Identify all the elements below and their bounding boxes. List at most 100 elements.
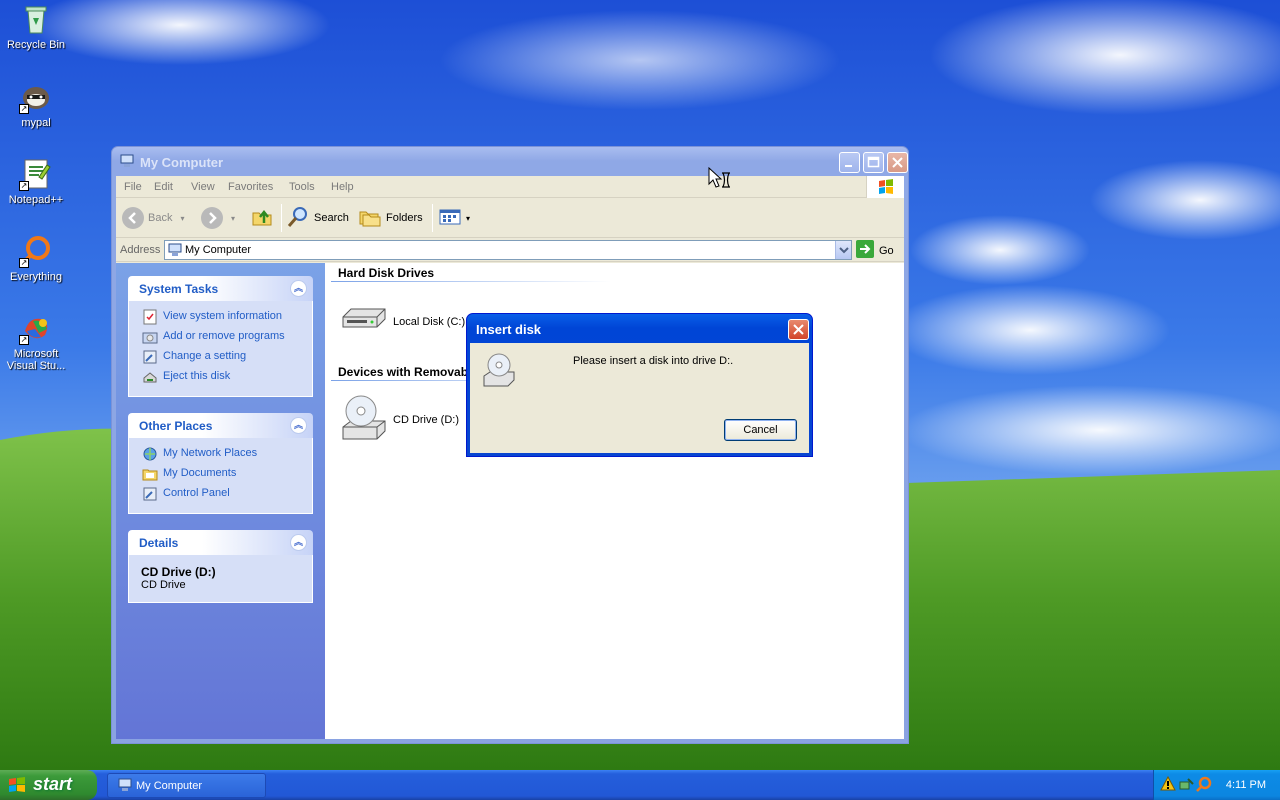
details-panel: Details ︽ CD Drive (D:) CD Drive [128,530,313,603]
desktop-icon-everything[interactable]: ↗ Everything [4,234,68,283]
dialog-close-button[interactable] [788,319,809,340]
group-divider [331,281,611,282]
back-button[interactable]: Back ▾ [122,206,184,230]
desktop-icon-mypal[interactable]: ↗ mypal [4,80,68,129]
security-warning-icon[interactable] [1160,775,1176,795]
dialog-message: Please insert a disk into drive D:. [573,355,734,367]
menu-help[interactable]: Help [331,181,354,193]
views-button[interactable]: ▾ [438,206,470,230]
forward-dropdown-icon[interactable]: ▾ [231,214,235,223]
address-value: My Computer [185,244,252,256]
collapse-chevron-icon[interactable]: ︽ [290,417,307,434]
folders-label: Folders [386,212,423,224]
other-places-list: My Network Places My Documents Control P… [128,438,313,514]
system-tasks-header[interactable]: System Tasks ︽ [128,276,313,301]
task-view-system-information[interactable]: View system information [129,308,312,328]
forward-button[interactable]: ▾ [201,206,235,230]
maximize-button[interactable] [863,152,884,173]
go-arrow-icon [856,240,874,261]
cd-drive-icon [339,393,389,446]
menu-tools[interactable]: Tools [289,181,315,193]
windows-flag-icon [866,176,904,198]
taskbar-button-my-computer[interactable]: My Computer [107,773,266,798]
up-folder-button[interactable] [250,206,274,230]
menu-file[interactable]: File [124,181,142,193]
details-body: CD Drive (D:) CD Drive [128,555,313,603]
close-button[interactable] [887,152,908,173]
address-input[interactable]: My Computer [164,240,852,260]
task-change-setting[interactable]: Change a setting [129,348,312,368]
folders-button[interactable]: Folders [358,206,423,230]
search-button[interactable]: Search [286,206,349,230]
back-label: Back [148,212,173,224]
everything-search-icon: ↗ [19,234,53,268]
other-places-header[interactable]: Other Places ︽ [128,413,313,438]
forward-arrow-icon [201,207,223,229]
details-item-type: CD Drive [141,579,186,591]
other-places-panel: Other Places ︽ My Network Places My Docu… [128,413,313,514]
insert-disk-dialog[interactable]: Insert disk Please insert a disk into dr… [466,313,813,457]
address-label: Address [120,244,161,256]
toolbar-separator [281,204,282,232]
shortcut-arrow-icon: ↗ [19,258,29,268]
drive-local-disk-c[interactable]: Local Disk (C:) [339,305,465,338]
my-computer-icon [168,243,182,260]
desktop-icon-visual-studio[interactable]: ↗ Microsoft Visual Stu... [4,311,68,372]
everything-search-icon[interactable] [1196,776,1212,795]
views-icon [438,205,462,232]
place-control-panel[interactable]: Control Panel [129,485,312,505]
window-title: My Computer [140,155,224,170]
drive-cd-drive-d[interactable]: CD Drive (D:) [339,393,459,446]
network-places-icon [142,446,158,462]
window-titlebar[interactable]: My Computer [116,147,908,176]
group-heading-removable-storage: Devices with Removab [338,365,469,379]
notepadpp-icon: ↗ [19,157,53,191]
menu-view[interactable]: View [191,181,215,193]
collapse-chevron-icon[interactable]: ︽ [290,280,307,297]
safely-remove-hardware-icon[interactable] [1178,776,1194,795]
minimize-button[interactable] [839,152,860,173]
close-icon [892,157,903,168]
menu-edit[interactable]: Edit [154,181,173,193]
start-label: start [33,774,73,794]
chevron-down-icon [839,247,849,254]
dialog-titlebar[interactable]: Insert disk [470,314,809,343]
place-my-documents[interactable]: My Documents [129,465,312,485]
desktop-icon-recycle-bin[interactable]: Recycle Bin [4,2,68,51]
system-information-icon [142,309,158,325]
task-pane: System Tasks ︽ View system information A… [116,263,325,739]
visual-studio-icon: ↗ [19,311,53,345]
drive-label: Local Disk (C:) [393,315,466,328]
back-arrow-icon [122,207,144,229]
details-header[interactable]: Details ︽ [128,530,313,555]
desktop-icon-label: mypal [21,117,51,129]
hard-disk-icon [339,305,389,338]
desktop-icon-notepadpp[interactable]: ↗ Notepad++ [4,157,68,206]
menu-favorites[interactable]: Favorites [228,181,273,193]
system-tray: 4:11 PM [1153,770,1280,800]
taskbar-button-label: My Computer [136,780,203,792]
taskbar: start My Computer 4:11 PM [0,770,1280,800]
eject-disk-icon [142,369,158,385]
address-dropdown-button[interactable] [835,241,851,259]
panel-title: System Tasks [139,282,219,296]
task-add-remove-programs[interactable]: Add or remove programs [129,328,312,348]
dialog-title: Insert disk [476,322,542,337]
collapse-chevron-icon[interactable]: ︽ [290,534,307,551]
maximize-icon [867,156,880,168]
desktop-icon-label: Notepad++ [8,194,64,206]
my-computer-icon [118,778,132,792]
desktop-icon-label: Microsoft Visual Stu... [6,348,66,372]
panel-title: Other Places [139,419,213,433]
go-button[interactable]: Go [856,240,894,261]
cancel-button[interactable]: Cancel [724,419,797,441]
back-dropdown-icon[interactable]: ▾ [180,214,184,223]
clock: 4:11 PM [1225,779,1266,791]
panel-title: Details [139,536,179,550]
mypal-browser-icon: ↗ [19,80,53,114]
shortcut-arrow-icon: ↗ [19,104,29,114]
system-tasks-panel: System Tasks ︽ View system information A… [128,276,313,397]
place-my-network-places[interactable]: My Network Places [129,445,312,465]
task-eject-disk[interactable]: Eject this disk [129,368,312,388]
start-button[interactable]: start [0,770,97,800]
